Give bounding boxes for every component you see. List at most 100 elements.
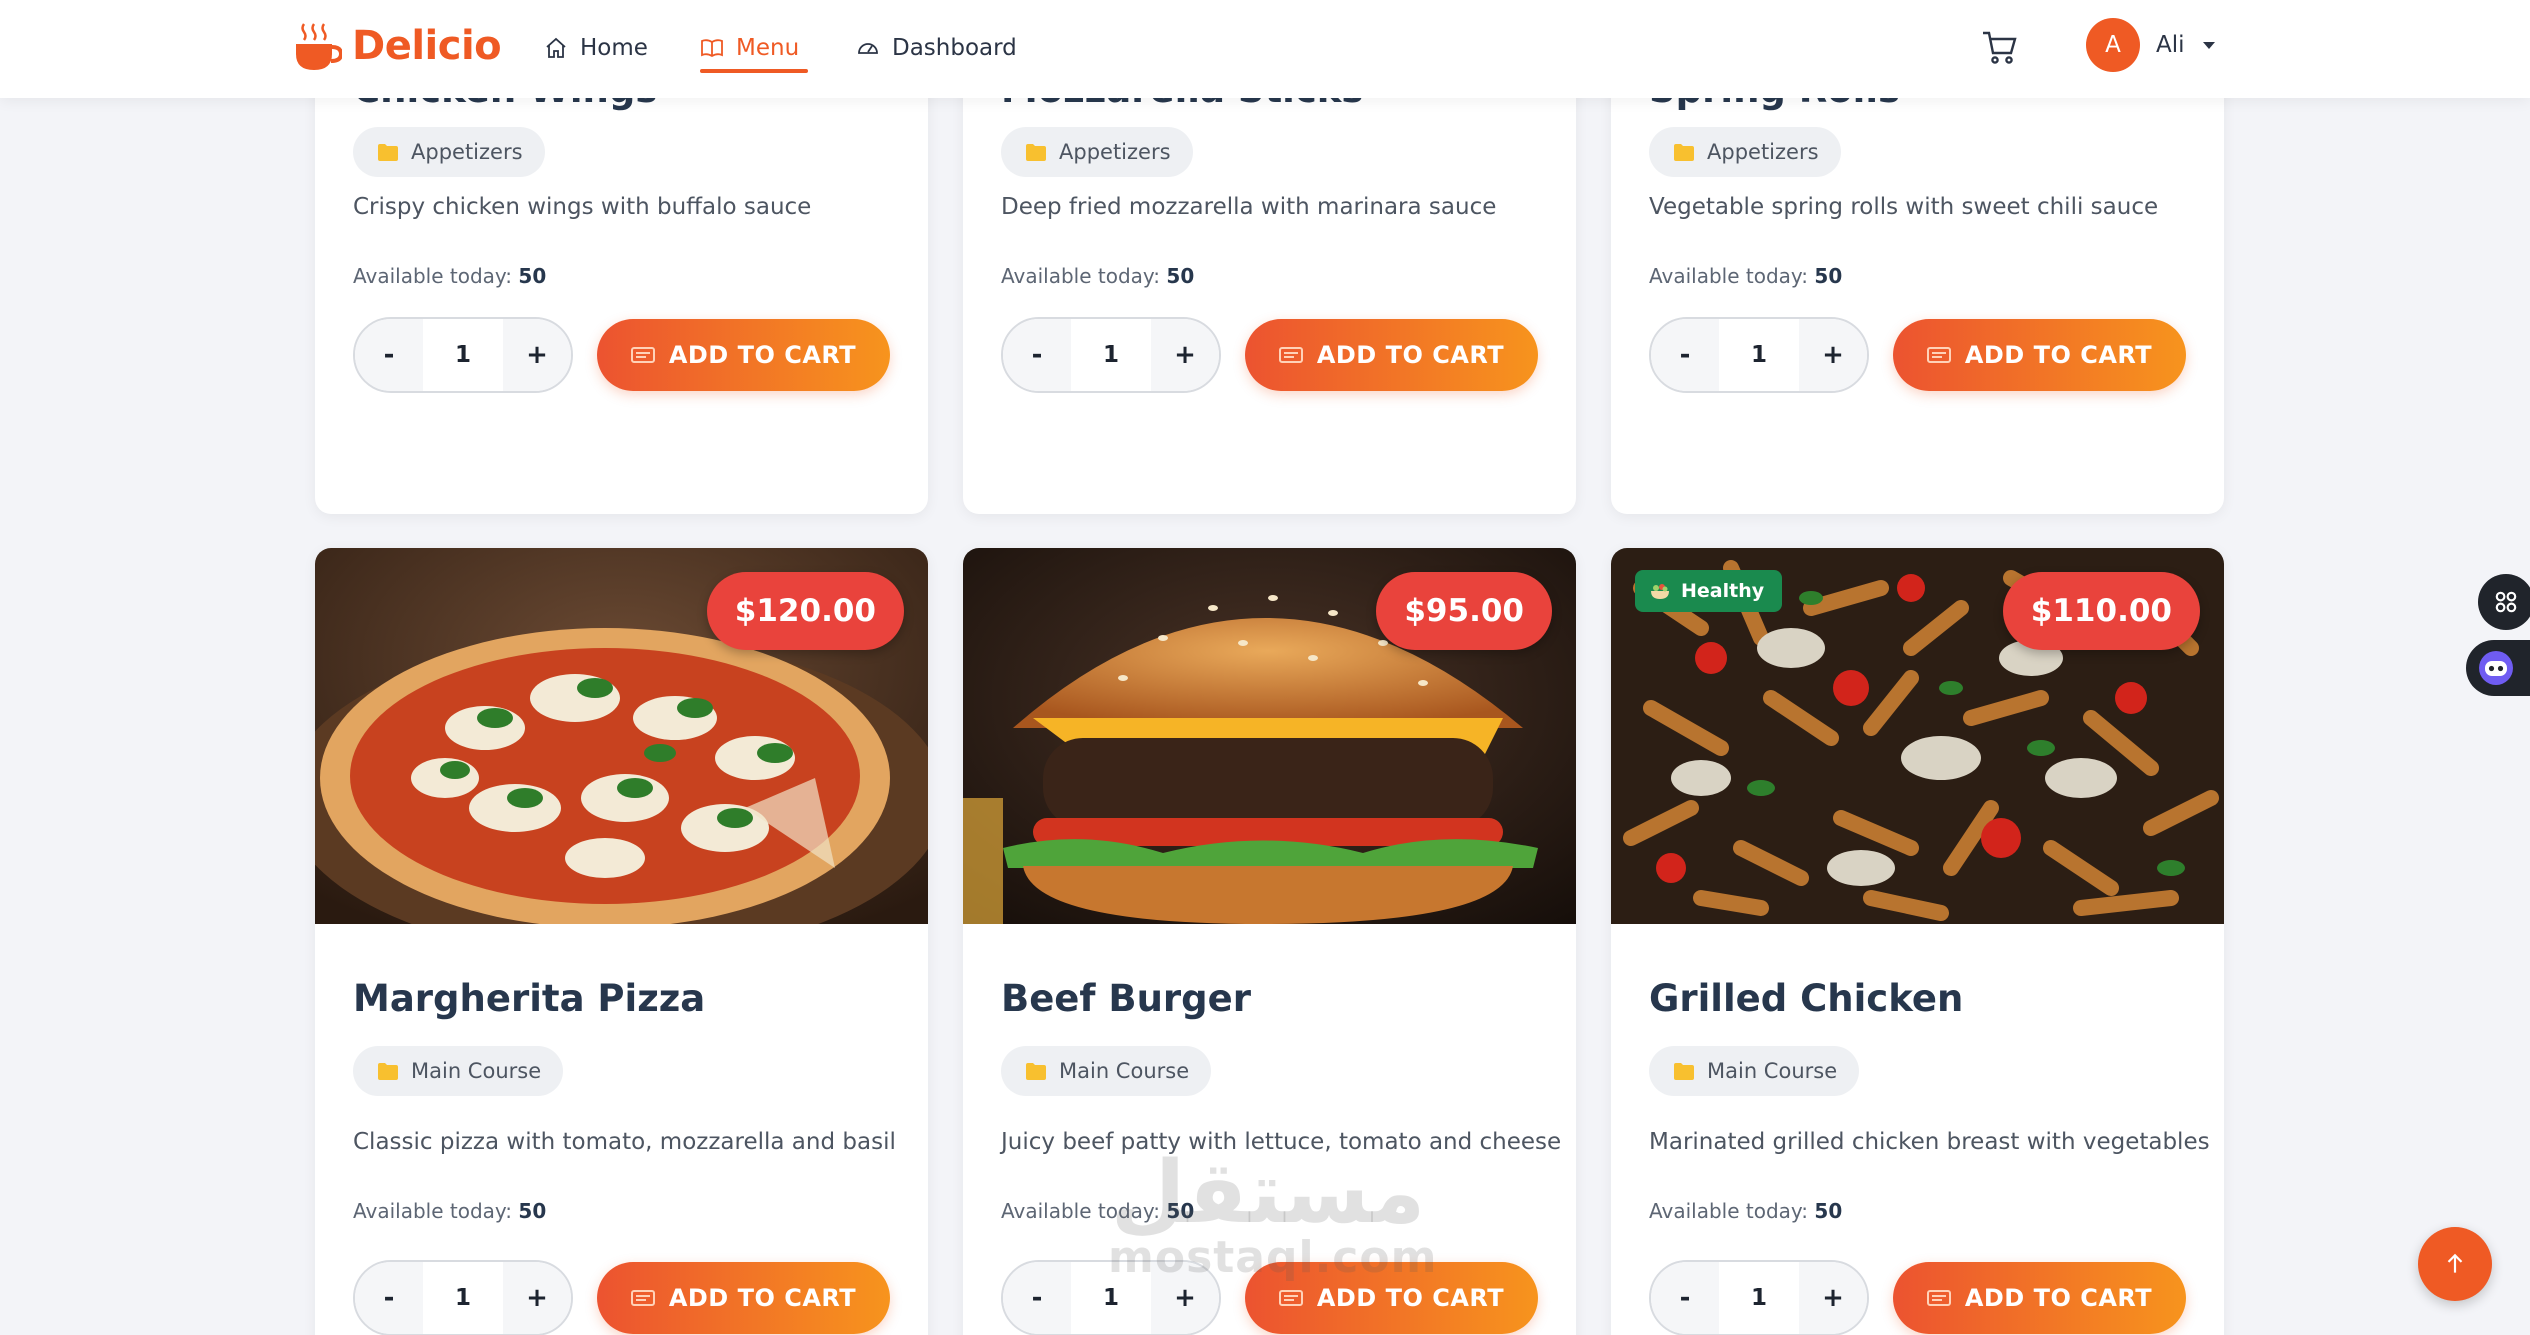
availability: Available today: 50 — [353, 264, 546, 288]
availability-label: Available today: — [1001, 264, 1161, 288]
add-to-cart-label: ADD TO CART — [1964, 341, 2153, 369]
item-description: Classic pizza with tomato, mozzarella an… — [353, 1129, 896, 1155]
healthy-label: Healthy — [1681, 580, 1765, 602]
price-badge: $95.00 — [1376, 572, 1552, 650]
increase-button[interactable]: + — [1799, 319, 1867, 391]
category-label: Main Course — [1707, 1059, 1838, 1083]
availability-label: Available today: — [1001, 1199, 1161, 1223]
folder-icon — [1026, 1062, 1046, 1080]
availability-count: 50 — [1814, 1199, 1843, 1223]
item-title: Margherita Pizza — [353, 977, 706, 1020]
ticket-icon — [1926, 1290, 1951, 1306]
brand-logo[interactable]: Delicio — [294, 20, 502, 72]
decrease-button[interactable]: - — [1003, 319, 1071, 391]
nav-dashboard-label: Dashboard — [892, 35, 1017, 61]
menu-card: Healthy $110.00 Grilled Chicken Main Cou… — [1611, 548, 2224, 1335]
home-icon — [546, 37, 566, 58]
healthy-badge: Healthy — [1635, 570, 1783, 612]
grid-icon — [2495, 591, 2517, 613]
category-badge: Appetizers — [353, 127, 545, 177]
decrease-button[interactable]: - — [355, 1262, 423, 1334]
add-to-cart-button[interactable]: ADD TO CART — [597, 319, 890, 391]
arrow-up-icon — [2447, 1253, 2463, 1273]
increase-button[interactable]: + — [503, 1262, 571, 1334]
nav-menu[interactable]: Menu — [700, 24, 799, 72]
navbar: Delicio Home Menu Dashboard A Ali — [0, 0, 2530, 98]
availability-label: Available today: — [1649, 264, 1809, 288]
item-description: Marinated grilled chicken breast with ve… — [1649, 1129, 2210, 1155]
add-to-cart-button[interactable]: ADD TO CART — [1245, 319, 1538, 391]
quantity-value[interactable]: 1 — [423, 1285, 503, 1311]
nav-home-label: Home — [580, 35, 648, 61]
active-tab-indicator — [700, 69, 808, 73]
increase-button[interactable]: + — [1151, 319, 1219, 391]
availability: Available today: 50 — [1649, 1199, 1842, 1223]
price-badge: $110.00 — [2002, 572, 2200, 650]
folder-icon — [1026, 143, 1046, 161]
add-to-cart-button[interactable]: ADD TO CART — [1245, 1262, 1538, 1334]
folder-icon — [1674, 1062, 1694, 1080]
quantity-value[interactable]: 1 — [1719, 1285, 1799, 1311]
nav-menu-label: Menu — [736, 35, 800, 61]
quantity-stepper: - 1 + — [1001, 317, 1221, 393]
scroll-to-top-button[interactable] — [2418, 1227, 2492, 1301]
quantity-value[interactable]: 1 — [423, 342, 503, 368]
add-to-cart-button[interactable]: ADD TO CART — [1893, 319, 2186, 391]
availability-count: 50 — [1814, 264, 1843, 288]
item-image: $120.00 — [315, 548, 928, 924]
item-title: Grilled Chicken — [1649, 977, 1964, 1020]
item-title: Beef Burger — [1001, 977, 1251, 1020]
item-description: Vegetable spring rolls with sweet chili … — [1649, 194, 2159, 220]
decrease-button[interactable]: - — [355, 319, 423, 391]
apps-grid-button[interactable] — [2478, 574, 2530, 630]
ticket-icon — [630, 347, 655, 363]
chatbot-icon — [2479, 651, 2513, 685]
price-badge: $120.00 — [706, 572, 904, 650]
availability-label: Available today: — [1649, 1199, 1809, 1223]
user-name: Ali — [2156, 32, 2185, 58]
quantity-stepper: - 1 + — [353, 1260, 573, 1335]
add-to-cart-label: ADD TO CART — [1316, 341, 1505, 369]
gauge-icon — [858, 43, 878, 54]
salad-bowl-icon — [1651, 584, 1669, 599]
decrease-button[interactable]: - — [1651, 319, 1719, 391]
folder-icon — [378, 143, 398, 161]
add-to-cart-button[interactable]: ADD TO CART — [597, 1262, 890, 1334]
cart-button[interactable] — [1980, 27, 2020, 67]
decrease-button[interactable]: - — [1003, 1262, 1071, 1334]
quantity-value[interactable]: 1 — [1071, 342, 1151, 368]
quantity-stepper: - 1 + — [1649, 1260, 1869, 1335]
folder-icon — [378, 1062, 398, 1080]
quantity-stepper: - 1 + — [353, 317, 573, 393]
increase-button[interactable]: + — [1799, 1262, 1867, 1334]
item-description: Juicy beef patty with lettuce, tomato an… — [1001, 1129, 1562, 1155]
category-badge: Main Course — [1001, 1046, 1212, 1096]
add-to-cart-label: ADD TO CART — [1964, 1284, 2153, 1312]
quantity-value[interactable]: 1 — [1071, 1285, 1151, 1311]
quantity-value[interactable]: 1 — [1719, 342, 1799, 368]
availability-label: Available today: — [353, 1199, 513, 1223]
ticket-icon — [630, 1290, 655, 1306]
increase-button[interactable]: + — [1151, 1262, 1219, 1334]
quantity-stepper: - 1 + — [1649, 317, 1869, 393]
menu-card: $95.00 Beef Burger Main Course Juicy bee… — [963, 548, 1576, 1335]
item-description: Crispy chicken wings with buffalo sauce — [353, 194, 812, 220]
item-description: Deep fried mozzarella with marinara sauc… — [1001, 194, 1497, 220]
folder-icon — [1674, 143, 1694, 161]
category-label: Appetizers — [411, 140, 523, 164]
nav-home[interactable]: Home — [544, 24, 648, 72]
availability-label: Available today: — [353, 264, 513, 288]
availability: Available today: 50 — [1001, 1199, 1194, 1223]
category-badge: Main Course — [353, 1046, 564, 1096]
avatar: A — [2086, 18, 2140, 72]
quantity-stepper: - 1 + — [1001, 1260, 1221, 1335]
shopping-cart-icon — [1983, 31, 2017, 64]
increase-button[interactable]: + — [503, 319, 571, 391]
user-menu[interactable]: A Ali — [2086, 18, 2215, 72]
category-label: Main Course — [1059, 1059, 1190, 1083]
item-image: Healthy $110.00 — [1611, 548, 2224, 924]
nav-dashboard[interactable]: Dashboard — [856, 24, 1017, 72]
add-to-cart-button[interactable]: ADD TO CART — [1893, 1262, 2186, 1334]
chatbot-button[interactable] — [2466, 640, 2530, 696]
decrease-button[interactable]: - — [1651, 1262, 1719, 1334]
